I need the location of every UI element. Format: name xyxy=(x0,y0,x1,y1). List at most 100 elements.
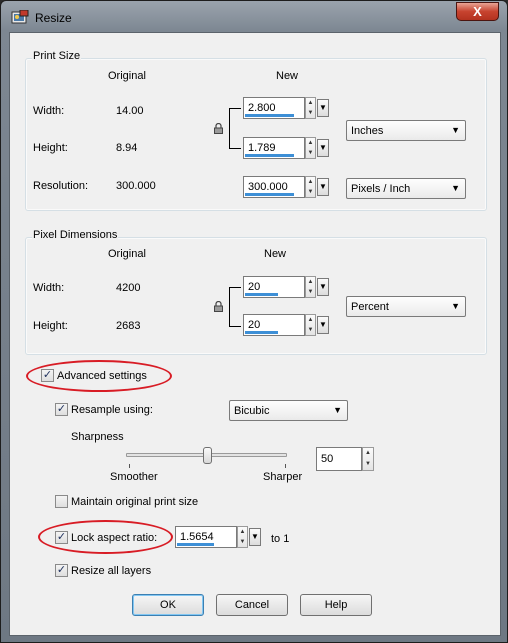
close-button[interactable]: X xyxy=(456,2,499,21)
spin-down-icon[interactable]: ▼ xyxy=(238,537,247,547)
resample-checkbox[interactable]: ✓ xyxy=(55,403,68,416)
print-width-original: 14.00 xyxy=(116,105,144,117)
print-height-input[interactable]: 1.789 xyxy=(243,137,305,159)
spin-down-icon[interactable]: ▼ xyxy=(306,325,315,335)
sharper-label: Sharper xyxy=(263,471,303,483)
resize-all-layers-label[interactable]: Resize all layers xyxy=(71,565,151,577)
sharpness-spin-arrows[interactable]: ▲ ▼ xyxy=(362,447,374,471)
print-width-label: Width: xyxy=(33,105,65,117)
print-width-dropdown[interactable]: ▼ xyxy=(317,99,329,117)
pixel-dimensions-title: Pixel Dimensions xyxy=(32,229,119,241)
cancel-button[interactable]: Cancel xyxy=(216,594,288,616)
pixel-width-value: 20 xyxy=(248,281,261,293)
pixel-height-progress xyxy=(245,331,278,334)
print-width-spin-arrows[interactable]: ▲ ▼ xyxy=(305,97,316,119)
cancel-button-label: Cancel xyxy=(234,599,270,611)
spin-up-icon[interactable]: ▲ xyxy=(238,527,247,537)
spin-down-icon[interactable]: ▼ xyxy=(306,148,315,158)
advanced-settings-checkbox[interactable]: ✓ xyxy=(41,369,54,382)
spin-down-icon[interactable]: ▼ xyxy=(306,187,315,197)
resample-label[interactable]: Resample using: xyxy=(71,404,153,416)
title-bar[interactable]: Resize X xyxy=(1,1,507,33)
print-height-label: Height: xyxy=(33,142,68,154)
spin-down-icon[interactable]: ▼ xyxy=(306,287,315,297)
sharpness-spinner[interactable]: 50 ▲ ▼ xyxy=(316,447,374,471)
aspect-ratio-input[interactable]: 1.5654 xyxy=(175,526,237,548)
pixel-new-header: New xyxy=(264,248,287,260)
pixel-unit-select[interactable]: Percent ▼ xyxy=(346,296,466,317)
resolution-input[interactable]: 300.000 xyxy=(243,176,305,198)
print-original-header: Original xyxy=(108,70,146,82)
spin-up-icon[interactable]: ▲ xyxy=(363,448,373,459)
pixel-width-original: 4200 xyxy=(116,282,141,294)
close-icon: X xyxy=(473,4,482,19)
pixel-link-bracket xyxy=(229,287,241,327)
sharpness-input[interactable]: 50 xyxy=(316,447,362,471)
pixel-height-value: 20 xyxy=(248,319,261,331)
spin-up-icon[interactable]: ▲ xyxy=(306,98,315,108)
resample-method-select[interactable]: Bicubic ▼ xyxy=(229,400,348,421)
resample-method-value: Bicubic xyxy=(234,405,270,417)
smoother-label: Smoother xyxy=(110,471,158,483)
resolution-spinner[interactable]: 300.000 ▲ ▼ ▼ xyxy=(243,176,329,198)
aspect-ratio-spinner[interactable]: 1.5654 ▲ ▼ ▼ xyxy=(175,526,261,548)
spin-up-icon[interactable]: ▲ xyxy=(306,277,315,287)
resolution-dropdown[interactable]: ▼ xyxy=(317,178,329,196)
chevron-down-icon: ▼ xyxy=(319,182,327,191)
pixel-width-spin-arrows[interactable]: ▲ ▼ xyxy=(305,276,316,298)
spin-up-icon[interactable]: ▲ xyxy=(306,177,315,187)
pixel-height-input[interactable]: 20 xyxy=(243,314,305,336)
resolution-unit-value: Pixels / Inch xyxy=(351,183,411,195)
spin-down-icon[interactable]: ▼ xyxy=(363,459,373,470)
pixel-width-label: Width: xyxy=(33,282,65,294)
pixel-width-spinner[interactable]: 20 ▲ ▼ ▼ xyxy=(243,276,329,298)
print-size-title: Print Size xyxy=(32,50,82,62)
chevron-down-icon: ▼ xyxy=(451,301,460,311)
lock-icon[interactable] xyxy=(214,123,223,134)
ok-button[interactable]: OK xyxy=(132,594,204,616)
maintain-print-size-label[interactable]: Maintain original print size xyxy=(71,496,198,508)
resize-dialog: Resize X Print Size Original New Width: … xyxy=(0,0,508,643)
aspect-ratio-dropdown[interactable]: ▼ xyxy=(249,528,261,546)
pixel-height-label: Height: xyxy=(33,320,68,332)
help-button-label: Help xyxy=(324,599,348,611)
maintain-print-size-checkbox[interactable] xyxy=(55,495,68,508)
print-width-value: 2.800 xyxy=(248,102,276,114)
print-width-input[interactable]: 2.800 xyxy=(243,97,305,119)
chevron-down-icon: ▼ xyxy=(319,103,327,112)
advanced-settings-label[interactable]: Advanced settings xyxy=(57,370,147,382)
print-width-progress xyxy=(245,114,294,117)
sharpness-tick-min xyxy=(129,464,130,468)
sharpness-slider-thumb[interactable] xyxy=(203,447,212,464)
lock-icon[interactable] xyxy=(214,301,223,312)
resize-all-layers-checkbox[interactable]: ✓ xyxy=(55,564,68,577)
pixel-unit-value: Percent xyxy=(351,301,389,313)
pixel-width-dropdown[interactable]: ▼ xyxy=(317,278,329,296)
pixel-original-header: Original xyxy=(108,248,146,260)
lock-aspect-ratio-label[interactable]: Lock aspect ratio: xyxy=(71,532,157,544)
pixel-height-dropdown[interactable]: ▼ xyxy=(317,316,329,334)
pixel-height-spinner[interactable]: 20 ▲ ▼ ▼ xyxy=(243,314,329,336)
lock-aspect-ratio-checkbox[interactable]: ✓ xyxy=(55,531,68,544)
app-icon xyxy=(11,10,29,24)
spin-up-icon[interactable]: ▲ xyxy=(306,138,315,148)
chevron-down-icon: ▼ xyxy=(451,183,460,193)
print-unit-select[interactable]: Inches ▼ xyxy=(346,120,466,141)
spin-down-icon[interactable]: ▼ xyxy=(306,108,315,118)
print-new-header: New xyxy=(276,70,299,82)
print-width-spinner[interactable]: 2.800 ▲ ▼ ▼ xyxy=(243,97,329,119)
spin-up-icon[interactable]: ▲ xyxy=(306,315,315,325)
aspect-ratio-spin-arrows[interactable]: ▲ ▼ xyxy=(237,526,248,548)
chevron-down-icon: ▼ xyxy=(319,282,327,291)
help-button[interactable]: Help xyxy=(300,594,372,616)
print-height-dropdown[interactable]: ▼ xyxy=(317,139,329,157)
print-height-spin-arrows[interactable]: ▲ ▼ xyxy=(305,137,316,159)
resolution-unit-select[interactable]: Pixels / Inch ▼ xyxy=(346,178,466,199)
resolution-progress xyxy=(245,193,294,196)
resolution-spin-arrows[interactable]: ▲ ▼ xyxy=(305,176,316,198)
pixel-height-spin-arrows[interactable]: ▲ ▼ xyxy=(305,314,316,336)
pixel-width-input[interactable]: 20 xyxy=(243,276,305,298)
print-height-spinner[interactable]: 1.789 ▲ ▼ ▼ xyxy=(243,137,329,159)
ok-button-label: OK xyxy=(160,599,176,611)
aspect-ratio-progress xyxy=(177,543,214,546)
